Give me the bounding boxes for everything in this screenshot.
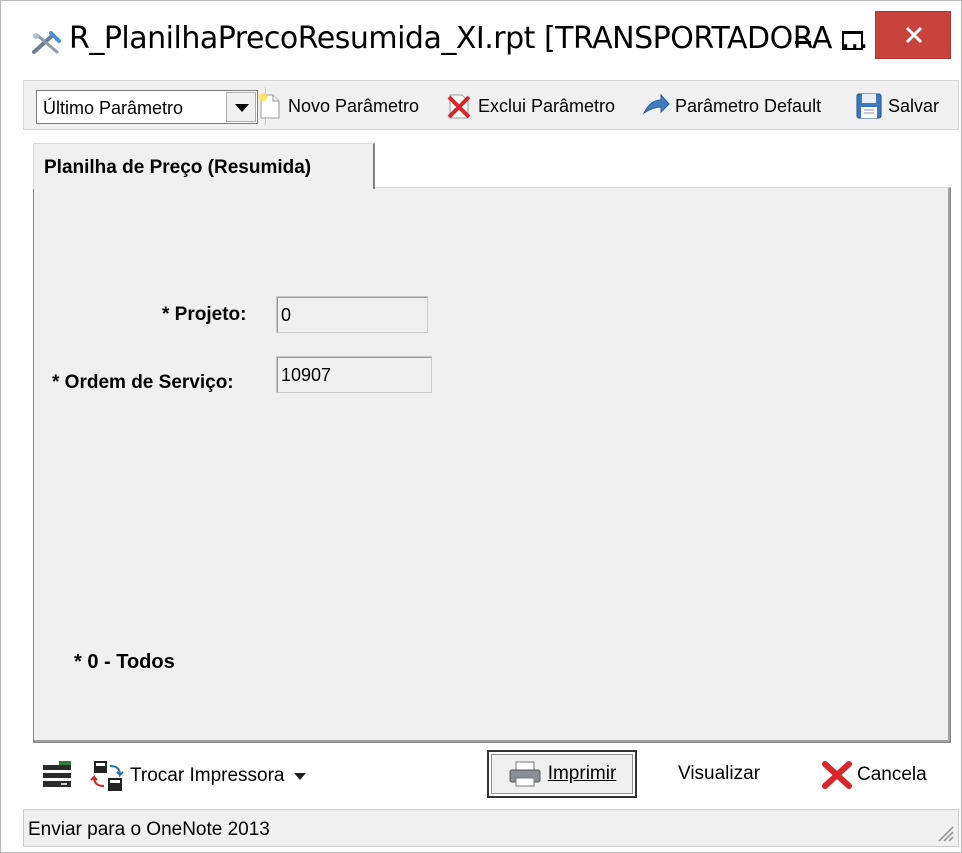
projeto-input[interactable]: 0 [276, 296, 428, 333]
cancel-label: Cancela [857, 764, 927, 785]
resize-grip-icon[interactable] [934, 822, 954, 842]
save-button[interactable]: Salvar [854, 91, 939, 121]
report-window: R_PlanilhaPrecoResumida_XI.rpt [TRANSPOR… [0, 0, 962, 853]
status-text: Enviar para o OneNote 2013 [28, 819, 270, 840]
preview-button[interactable]: Visualizar [678, 763, 760, 785]
tab-planilha-preco[interactable]: Planilha de Preço (Resumida) [33, 143, 375, 189]
save-label: Salvar [888, 95, 940, 116]
default-parameter-button[interactable]: Parâmetro Default [641, 91, 821, 121]
cancel-x-icon [822, 761, 852, 789]
chevron-down-icon[interactable] [293, 771, 307, 781]
default-arrow-icon [642, 93, 670, 115]
printer-settings-icon [43, 761, 71, 787]
preview-label: Visualizar [678, 763, 761, 784]
floppy-disk-icon [856, 93, 882, 119]
print-label: Imprimir [547, 763, 617, 784]
projeto-value: 0 [281, 305, 292, 325]
ordem-servico-label: * Ordem de Serviço: [52, 372, 234, 393]
note-text: * 0 - Todos [74, 651, 175, 673]
status-bar: Enviar para o OneNote 2013 [23, 809, 959, 847]
delete-parameter-button[interactable]: Exclui Parâmetro [444, 91, 615, 121]
printer-settings-button[interactable] [39, 759, 75, 793]
new-parameter-label: Novo Parâmetro [288, 95, 420, 116]
tools-icon [32, 31, 61, 54]
swap-printer-icon [90, 761, 124, 791]
tab-label: Planilha de Preço (Resumida) [44, 157, 312, 178]
delete-icon [447, 94, 471, 119]
chevron-down-icon[interactable] [226, 92, 256, 122]
cancel-button[interactable]: Cancela [821, 760, 927, 790]
change-printer-button[interactable]: Trocar Impressora [90, 758, 307, 794]
default-parameter-label: Parâmetro Default [675, 95, 822, 116]
parameter-select[interactable]: Último Parâmetro [36, 90, 258, 124]
close-icon [905, 26, 923, 44]
change-printer-label: Trocar Impressora [130, 765, 285, 786]
printer-icon [509, 761, 541, 787]
ordem-servico-input[interactable]: 10907 [276, 356, 432, 393]
parameter-select-value: Último Parâmetro [43, 98, 184, 118]
new-parameter-button[interactable]: Novo Parâmetro [254, 91, 419, 121]
close-button[interactable] [875, 11, 951, 59]
toolbar: Último Parâmetro Novo Parâmetro Exclui P… [23, 80, 959, 130]
print-button[interactable]: Imprimir [487, 750, 637, 798]
window-title: R_PlanilhaPrecoResumida_XI.rpt [TRANSPOR… [69, 21, 869, 56]
projeto-label: * Projeto: [162, 304, 247, 325]
title-bar: R_PlanilhaPrecoResumida_XI.rpt [TRANSPOR… [1, 1, 961, 83]
delete-parameter-label: Exclui Parâmetro [478, 95, 616, 116]
minimize-button[interactable] [788, 23, 820, 59]
new-document-icon [259, 93, 280, 119]
ordem-servico-value: 10907 [281, 365, 332, 385]
maximize-button[interactable] [834, 23, 870, 59]
